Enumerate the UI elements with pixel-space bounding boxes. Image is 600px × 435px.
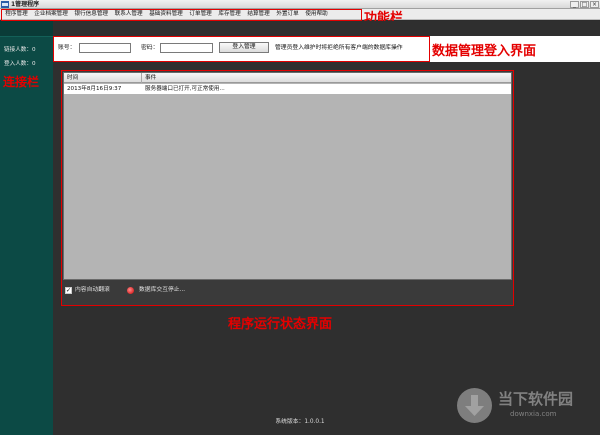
log-event-cell: 服务器端口已打开,可正常使用... [145,86,225,92]
download-arrow-icon [465,395,484,416]
log-table: 时间 事件 2013年8月16日9:37 服务器端口已打开,可正常使用... [63,72,512,280]
menu-highlight-box [1,9,362,21]
close-button[interactable]: × [590,1,599,8]
watermark-url: downxia.com [510,410,557,418]
auto-scroll-label: 内容自动翻滚 [75,287,110,293]
login-count-label: 登入人数：0 [4,61,36,67]
link-count-label: 链接人数：0 [4,47,36,53]
log-panel-annotation: 程序运行状态界面 [228,317,333,332]
db-status-icon [127,287,134,294]
log-time-cell: 2013年8月16日9:37 [67,86,122,92]
window-title: 1管理程序 [11,1,40,8]
sidebar-annotation: 连接栏 [3,75,40,89]
watermark-title: 当下软件园 [498,390,574,408]
log-table-header: 时间 事件 [64,73,511,83]
title-bar: 1管理程序 _ □ × [0,0,600,9]
auto-scroll-checkbox[interactable]: ✓ [65,287,72,294]
app-window: 1管理程序 _ □ × 程序管理 企业档案管理 银行信息管理 联系人管理 基础资… [0,0,600,435]
login-bar-annotation: 数据管理登入界面 [432,44,537,59]
minimize-button[interactable]: _ [570,1,579,8]
app-icon [1,1,9,8]
column-event-header[interactable]: 事件 [142,73,511,83]
login-highlight-box [53,36,430,62]
db-status-text: 数据库交互停止... [139,287,186,293]
maximize-button[interactable]: □ [580,1,589,8]
column-time-header[interactable]: 时间 [64,73,142,83]
sidebar-header [0,21,53,37]
watermark-logo [457,388,492,423]
log-row[interactable]: 2013年8月16日9:37 服务器端口已打开,可正常使用... [64,84,511,94]
